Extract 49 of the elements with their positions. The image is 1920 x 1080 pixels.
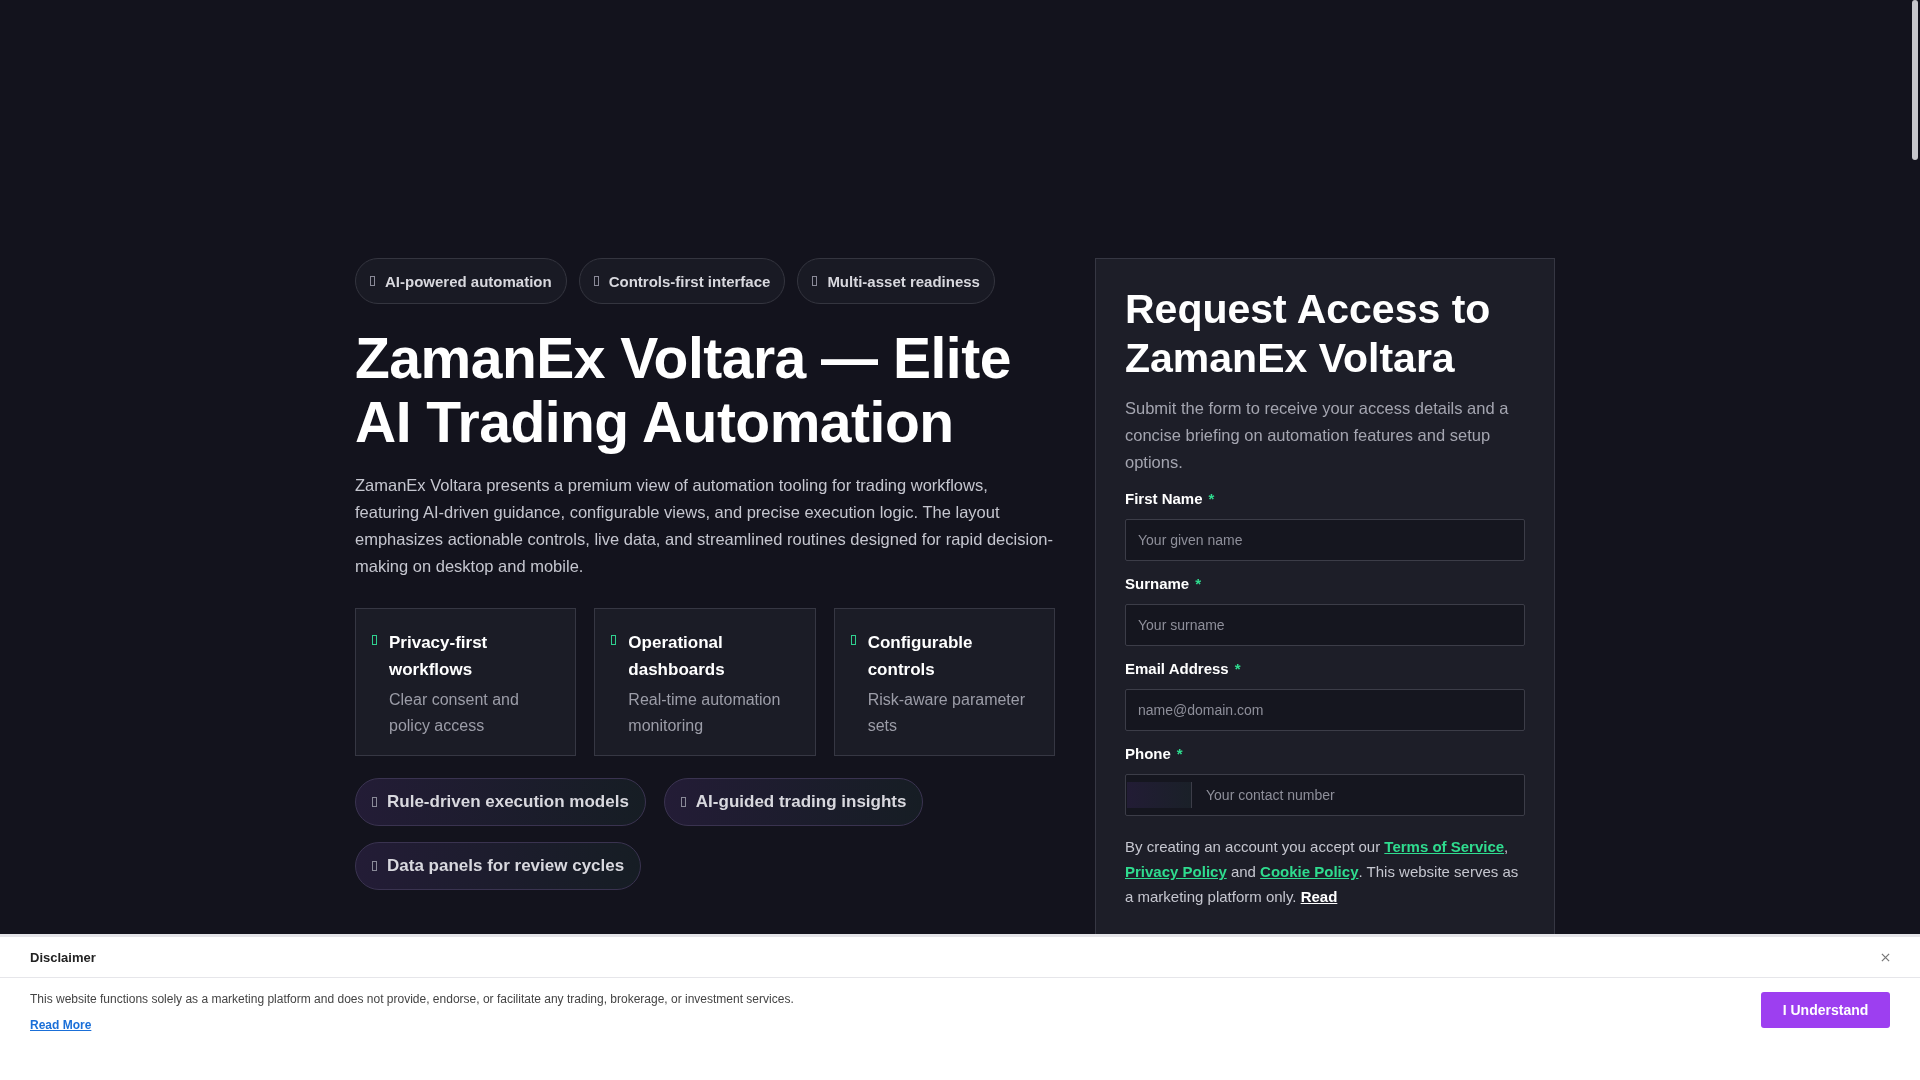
input-field[interactable]: Your surname [1125, 604, 1525, 646]
glyph-icon [372, 635, 377, 645]
field-label: Email Address [1125, 660, 1229, 677]
hero-description: ZamanEx Voltara presents a premium view of automation tooling for trading workflows, featuring AI-driven guidance, configurable views, and precise execution logic. The layout emphasizes actionable controls, live data, and streamlined routines designed for rapid decision-making on desktop and mobile. [355, 475, 1054, 577]
input-field[interactable]: Your contact number [1204, 786, 1524, 804]
glyph-icon [370, 276, 375, 286]
feature-badge: AI-powered automation [355, 258, 567, 304]
read-more-link[interactable]: Read [1300, 888, 1338, 905]
form-subtitle: Submit the form to receive your access details and a concise briefing on automation features and setup options. [1125, 398, 1510, 473]
policy-link[interactable]: Terms of Service [1384, 838, 1505, 855]
card-title: Privacy-first workflows [389, 632, 489, 681]
scrollbar-thumb[interactable] [1912, 0, 1918, 160]
glyph-icon [680, 797, 686, 807]
input-field[interactable]: name@domain.com [1125, 689, 1525, 731]
disclaimer-title: Disclaimer [30, 949, 96, 965]
card-title: Configurable controls [867, 632, 974, 681]
feature-badge: Multi-asset readiness [797, 258, 995, 304]
disclaimer-text: This website functions solely as a marketing platform and does not provide, endorse, or facilitate any trading, brokerage, or investment services. [30, 992, 794, 1006]
close-icon[interactable] [1881, 952, 1890, 962]
highlight-pill: AI-guided trading insights [663, 778, 924, 826]
read-more-link[interactable]: Read More [30, 1018, 92, 1032]
required-mark: * [1176, 745, 1183, 762]
input-field[interactable]: Your given name [1125, 519, 1525, 561]
glyph-icon [593, 276, 599, 286]
required-mark: * [1234, 660, 1241, 677]
glyph-icon [372, 797, 377, 807]
consent-text: By creating an account you accept our Terms of Service, Privacy Policy and Cookie Policy. This website serves as a marketing platform only. Read [1125, 837, 1520, 907]
form-title: Request Access to ZamanEx Voltara [1125, 285, 1492, 383]
policy-link[interactable]: Privacy Policy [1125, 863, 1227, 880]
policy-link[interactable]: Cookie Policy [1260, 863, 1359, 880]
required-mark: * [1195, 575, 1202, 592]
required-mark: * [1208, 490, 1215, 507]
field-label: Phone [1125, 745, 1171, 762]
understand-button[interactable]: I Understand [1761, 992, 1890, 1028]
field-label: Surname [1125, 575, 1190, 592]
hero-title: ZamanEx Voltara — Elite AI Trading Automation [355, 326, 1012, 454]
glyph-icon [850, 635, 856, 645]
highlight-pill: Data panels for review cycles [355, 842, 642, 890]
field-label: First Name [1125, 490, 1203, 507]
feature-badge: Controls-first interface [578, 258, 786, 304]
highlight-pill: Rule-driven execution models [355, 778, 646, 826]
glyph-icon [812, 276, 818, 286]
phone-field[interactable]: Your contact number [1125, 774, 1525, 816]
card-subtitle: Clear consent and policy access [389, 690, 520, 736]
card-subtitle: Real-time automation monitoring [628, 690, 782, 736]
glyph-icon [611, 635, 617, 645]
card-title: Operational dashboards [628, 632, 726, 681]
card-subtitle: Risk-aware parameter sets [867, 690, 1027, 736]
glyph-icon [372, 861, 377, 871]
